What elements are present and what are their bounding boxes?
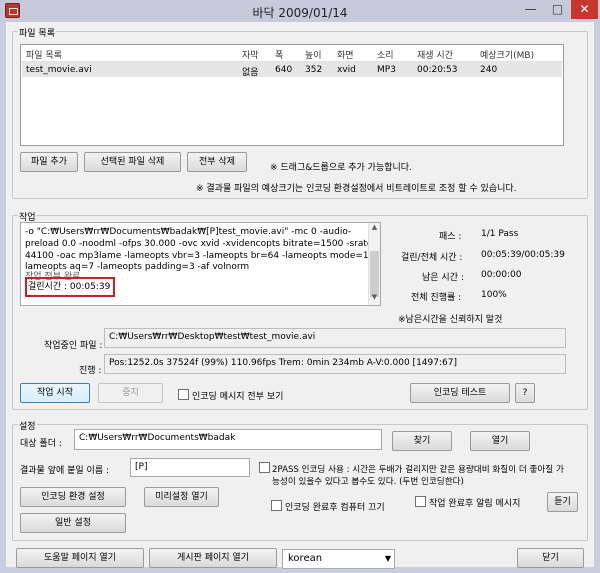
elapsed-time-highlight: 걸린시간 : 00:05:39 — [25, 277, 115, 297]
current-file-field: C:₩Users₩rr₩Desktop₩test₩test_movie.avi — [104, 328, 566, 348]
col-filename[interactable]: 파일 목록 — [26, 48, 62, 61]
progress-label: 진행 : — [79, 366, 102, 376]
general-settings-button[interactable]: 일반 설정 — [20, 513, 126, 533]
drag-drop-note: ※ 드래그&드롭으로 추가 가능합니다. — [270, 163, 412, 173]
file-list-header: 파일 목록 자막 폭 높이 화면 소리 재생 시간 예상크기(MB) — [21, 45, 563, 62]
cell-filename: test_movie.avi — [26, 65, 92, 75]
scroll-thumb[interactable] — [370, 251, 379, 297]
scroll-up-icon[interactable]: ▲ — [369, 223, 380, 235]
maximize-button[interactable]: □ — [544, 0, 571, 19]
log-text: -o "C:₩Users₩rr₩Documents₩badak₩[P]test_… — [25, 226, 375, 282]
shutdown-after-label[interactable]: 인코딩 완료후 컴퓨터 끄기 — [285, 500, 385, 513]
encoding-test-button[interactable]: 인코딩 테스트 — [410, 383, 510, 403]
language-select-value: korean — [288, 553, 323, 564]
encoding-settings-button[interactable]: 인코딩 환경 설정 — [20, 487, 126, 507]
elapsed-total-label: 걸린/전체 시간 : — [401, 253, 463, 263]
log-scrollbar[interactable]: ▲ ▼ — [368, 223, 380, 305]
encoding-log[interactable]: -o "C:₩Users₩rr₩Documents₩badak₩[P]test_… — [20, 222, 381, 306]
table-row[interactable]: test_movie.avi 없음 640 352 xvid MP3 00:20… — [22, 62, 562, 78]
show-all-messages-checkbox[interactable] — [178, 389, 189, 400]
board-page-button[interactable]: 게시판 페이지 열기 — [149, 548, 277, 568]
pass-value: 1/1 Pass — [481, 229, 519, 239]
close-window-button[interactable]: ✕ — [571, 0, 598, 19]
log-line: 44100 -oac mp3lame -lameopts vbr=3 -lame… — [25, 251, 375, 261]
pass-label: 패스 : — [439, 232, 462, 242]
overall-progress-value: 100% — [481, 290, 507, 300]
cell-subtitle: 없음 — [242, 68, 259, 78]
col-width[interactable]: 폭 — [275, 48, 283, 61]
main-window: 파일 목록 파일 목록 자막 폭 높이 화면 소리 재생 시간 예상크기(MB)… — [6, 22, 594, 569]
delete-all-button[interactable]: 전부 삭제 — [187, 152, 247, 172]
alarm-after-checkbox[interactable] — [415, 496, 426, 507]
col-audio[interactable]: 소리 — [377, 48, 394, 61]
size-note: ※ 결과물 파일의 예상크기는 인코딩 환경설정에서 비트레이트로 조정 할 수… — [196, 184, 517, 194]
overall-progress-label: 전체 진행률 : — [411, 293, 462, 303]
col-height[interactable]: 높이 — [305, 48, 322, 61]
language-select[interactable]: korean ▼ — [282, 549, 395, 569]
start-button[interactable]: 작업 시작 — [20, 383, 90, 403]
alarm-after-label[interactable]: 작업 완료후 알림 메시지 — [429, 496, 520, 509]
remaining-label: 남은 시간 : — [422, 273, 464, 283]
close-button[interactable]: 닫기 — [517, 548, 584, 568]
current-file-label: 작업중인 파일 : — [44, 341, 103, 351]
remaining-time-note: ※남은시간을 신뢰하지 말것 — [398, 315, 503, 325]
prefix-field[interactable]: [P] — [130, 458, 250, 477]
chevron-down-icon: ▼ — [384, 554, 391, 563]
target-folder-label: 대상 폴더 : — [20, 439, 62, 449]
help-button[interactable]: ? — [515, 383, 535, 403]
preset-open-button[interactable]: 미리설정 열기 — [144, 487, 219, 507]
elapsed-total-value: 00:05:39/00:05:39 — [481, 250, 565, 260]
minimize-button[interactable]: — — [517, 0, 544, 19]
open-folder-button[interactable]: 열기 — [470, 431, 530, 451]
show-all-messages-label[interactable]: 인코딩 메시지 전부 보기 — [192, 389, 283, 402]
window-title: 바닥 2009/01/14 — [252, 6, 348, 20]
cell-width: 640 — [275, 65, 293, 75]
cell-duration: 00:20:53 — [417, 65, 458, 75]
file-list-group-label: 파일 목록 — [18, 26, 56, 39]
cell-video: xvid — [337, 65, 356, 75]
log-line: preload 0.0 -noodml -ofps 30.000 -ovc xv… — [25, 239, 373, 249]
col-est-size[interactable]: 예상크기(MB) — [480, 48, 534, 61]
help-page-button[interactable]: 도움말 페이지 열기 — [16, 548, 144, 568]
settings-group-label: 설정 — [18, 419, 37, 432]
shutdown-after-checkbox[interactable] — [271, 500, 282, 511]
target-folder-field[interactable]: C:₩Users₩rr₩Documents₩badak — [74, 429, 382, 450]
title-bar: 바닥 2009/01/14 — □ ✕ — [0, 0, 600, 22]
log-line: -o "C:₩Users₩rr₩Documents₩badak₩[P]test_… — [25, 227, 352, 237]
add-file-button[interactable]: 파일 추가 — [20, 152, 78, 172]
col-duration[interactable]: 재생 시간 — [417, 48, 453, 61]
twopass-label-line2: 능성이 있을수 있다고 봅수도 있다. (두번 인코딩한다) — [272, 477, 464, 487]
col-video[interactable]: 화면 — [337, 48, 354, 61]
prefix-label: 결과물 앞에 붙일 이름 : — [20, 466, 109, 476]
twopass-checkbox[interactable] — [259, 462, 270, 473]
file-list-view[interactable]: 파일 목록 자막 폭 높이 화면 소리 재생 시간 예상크기(MB) test_… — [20, 44, 564, 146]
delete-selected-button[interactable]: 선택된 파일 삭제 — [84, 152, 181, 172]
col-subtitle[interactable]: 자막 — [242, 48, 259, 61]
cell-audio: MP3 — [377, 65, 396, 75]
stop-button[interactable]: 중지 — [98, 383, 163, 403]
find-folder-button[interactable]: 찾기 — [392, 431, 452, 451]
listen-button[interactable]: 듣기 — [547, 492, 578, 512]
progress-field: Pos:1252.0s 37524f (99%) 110.96fps Trem:… — [104, 354, 566, 374]
remaining-value: 00:00:00 — [481, 270, 522, 280]
scroll-down-icon[interactable]: ▼ — [369, 293, 380, 305]
cell-height: 352 — [305, 65, 323, 75]
twopass-label-line1[interactable]: 2PASS 인코딩 사용 : 시간은 두배가 걸리지만 같은 용량대비 화질이 … — [272, 463, 564, 475]
cell-est-size: 240 — [480, 65, 498, 75]
